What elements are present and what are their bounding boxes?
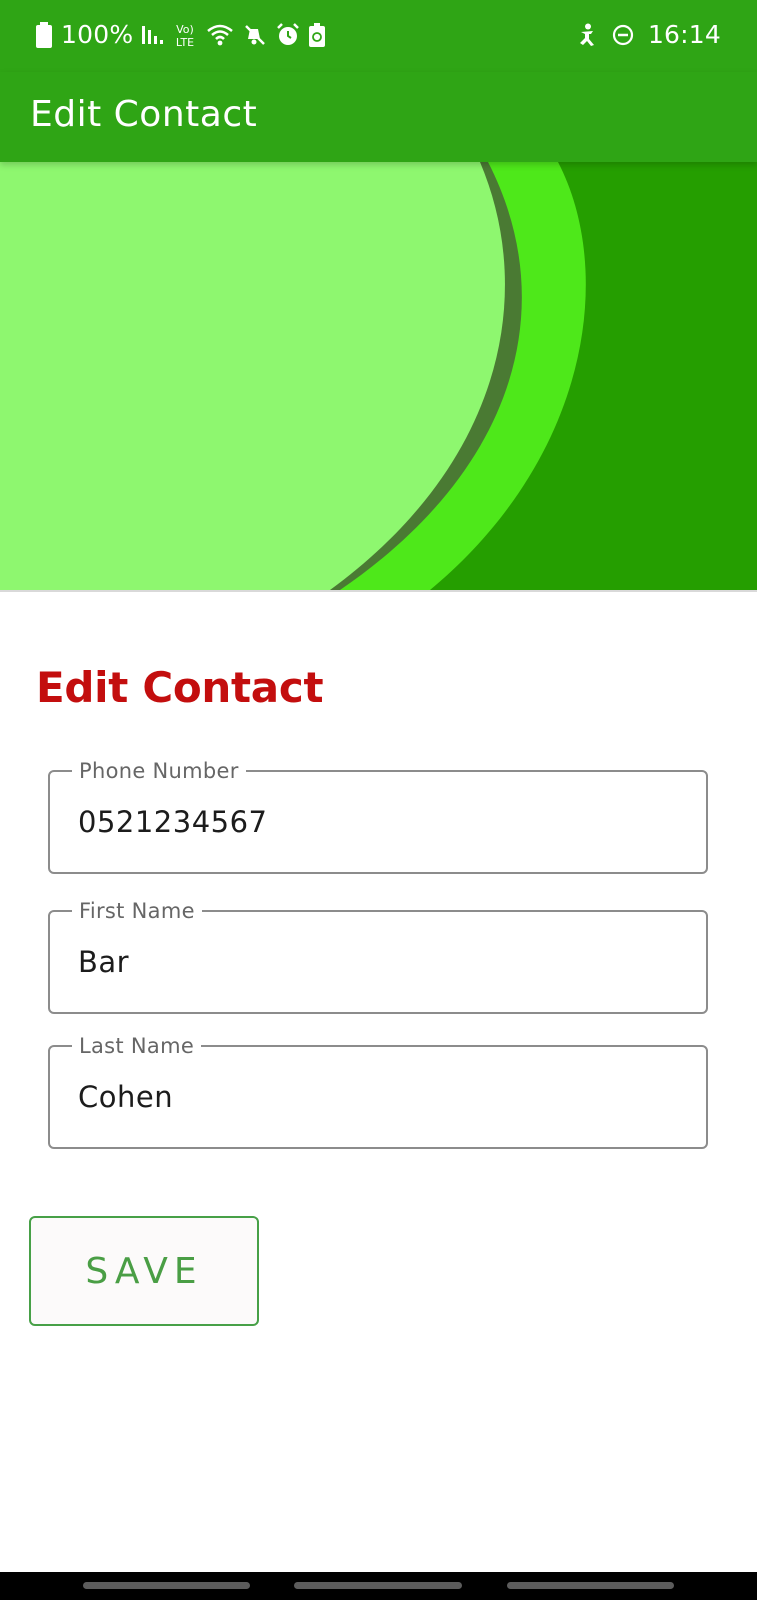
do-not-disturb-icon [612, 18, 634, 52]
signal-icon [142, 18, 164, 52]
status-bar-right: 16:14 [576, 18, 721, 52]
banner-divider [0, 590, 757, 592]
save-button[interactable]: SAVE [29, 1216, 259, 1326]
last-name-label: Last Name [72, 1033, 202, 1059]
first-name-field[interactable]: First Name Bar [48, 898, 708, 1014]
nav-recent-apps[interactable] [83, 1582, 250, 1589]
wifi-icon [206, 18, 234, 52]
app-bar-title: Edit Contact [30, 94, 258, 135]
mute-icon [243, 18, 267, 52]
last-name-value[interactable]: Cohen [78, 1077, 686, 1117]
battery-saver-icon [309, 18, 326, 52]
battery-percent: 100% [61, 20, 134, 49]
volte-icon: Vo) LTE [173, 18, 197, 52]
header-banner-image [0, 162, 757, 590]
svg-text:Vo): Vo) [176, 23, 194, 36]
app-bar: Edit Contact [0, 72, 757, 162]
status-time: 16:14 [647, 20, 721, 49]
edit-contact-heading: Edit Contact [36, 663, 324, 712]
phone-number-label: Phone Number [72, 758, 246, 784]
first-name-value[interactable]: Bar [78, 942, 686, 982]
status-bar-left: 100% Vo) LTE [36, 18, 326, 52]
first-name-label: First Name [72, 898, 202, 924]
last-name-field[interactable]: Last Name Cohen [48, 1033, 708, 1149]
svg-text:LTE: LTE [176, 36, 194, 48]
phone-number-field[interactable]: Phone Number 0521234567 [48, 758, 708, 874]
battery-icon [36, 18, 52, 52]
status-bar: 100% Vo) LTE 16:14 [0, 0, 757, 72]
accessibility-icon [576, 18, 598, 52]
nav-back[interactable] [507, 1582, 674, 1589]
phone-number-value[interactable]: 0521234567 [78, 802, 686, 842]
save-button-label: SAVE [85, 1250, 203, 1292]
system-nav-bar [0, 1572, 757, 1600]
nav-home[interactable] [294, 1582, 462, 1589]
alarm-icon [276, 18, 300, 52]
